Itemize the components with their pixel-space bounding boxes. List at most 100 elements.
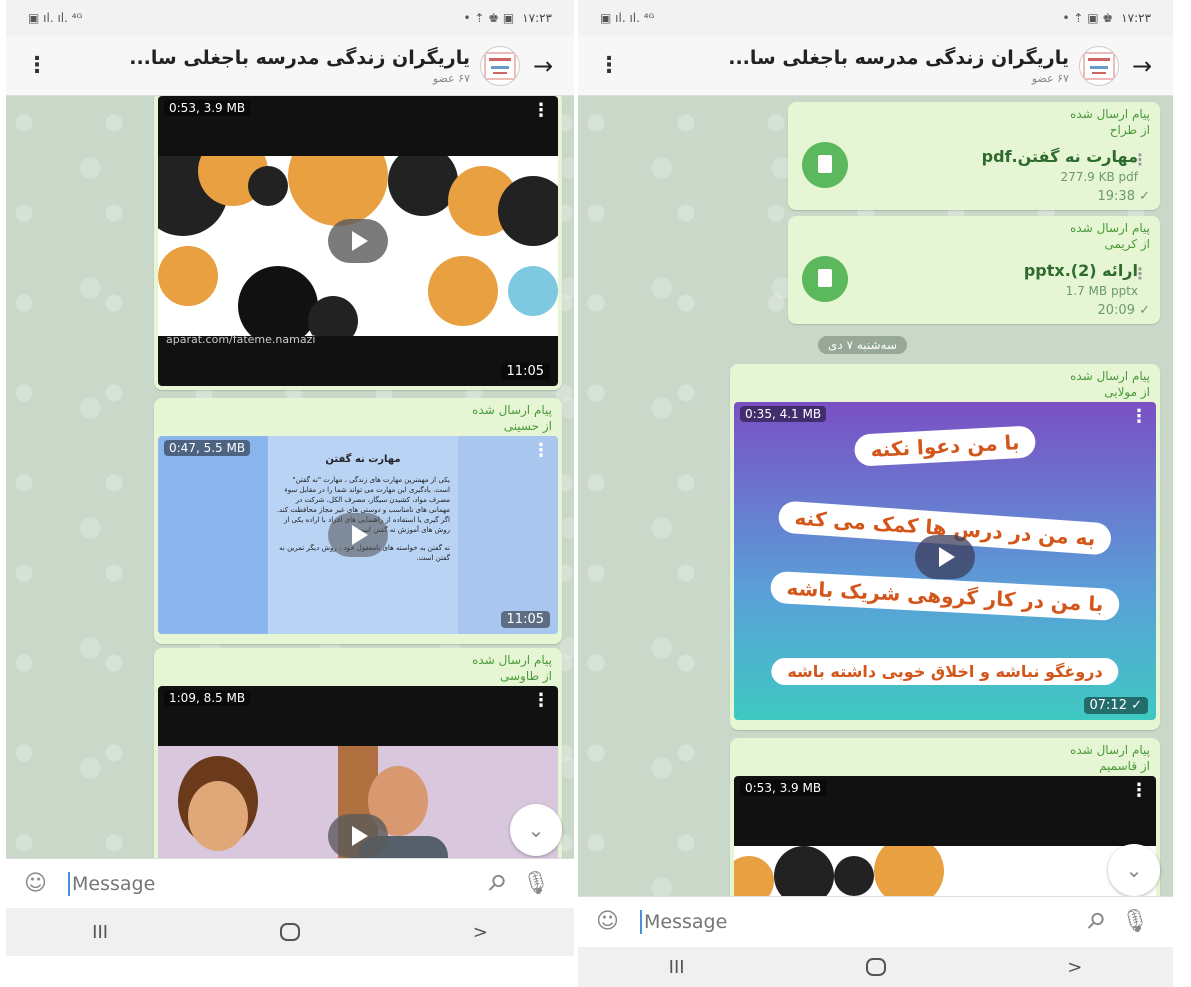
back-arrow-icon[interactable]: →	[528, 52, 558, 80]
file-attachment[interactable]: ارائه (2).pptx 1.7 MB pptx ⋮	[792, 252, 1156, 306]
video-thumbnail[interactable]: 1:09, 8.5 MB ⋮	[158, 686, 558, 858]
message-input[interactable]	[644, 910, 1075, 933]
status-bar: ▣ ıl. ıl. ⁴ᴳ • ⇡ ▣ ♚ ۱۷:۲۳	[578, 0, 1173, 36]
home-button[interactable]	[865, 958, 886, 976]
forwarded-from[interactable]: از طراح	[792, 122, 1156, 138]
forwarded-file-message[interactable]: پیام ارسال شده از طراح مهارت نه گفتن.pdf…	[788, 102, 1160, 210]
message-time: 11:05	[500, 363, 550, 380]
microphone-icon[interactable]: 🎙	[1115, 909, 1155, 934]
file-name: ارائه (2).pptx	[1023, 260, 1138, 280]
forwarded-video-message[interactable]: پیام ارسال شده از مولایی با من دعوا نکنه…	[730, 364, 1160, 730]
forwarded-from[interactable]: از طاوسی	[158, 668, 558, 684]
group-avatar[interactable]	[1079, 45, 1119, 86]
group-logo-icon	[1083, 52, 1115, 79]
left-phone-screenshot: ▣ ıl. ıl. ⁴ᴳ • ⇡ ♚ ▣ ۱۷:۲۳ ⋮ یاریگران زن…	[6, 0, 574, 987]
message-time: 07:12 ✓	[1083, 697, 1148, 714]
forwarded-label: پیام ارسال شده	[1070, 107, 1150, 121]
date-separator: سه‌شنبه ۷ دی	[818, 336, 908, 354]
video-menu-icon[interactable]: ⋮	[532, 100, 550, 121]
scroll-down-button[interactable]: ⌄	[510, 804, 562, 856]
forwarded-video-message[interactable]: پیام ارسال شده از طاوسی 1:09, 8.5 MB ⋮	[154, 648, 562, 858]
play-icon[interactable]	[915, 535, 975, 579]
video-message[interactable]: 0:53, 3.9 MB ⋮ aparat.com/fateme.namazi …	[154, 96, 562, 390]
attach-icon[interactable]: ⚲	[473, 861, 519, 907]
member-count: ۶۷ عضو	[432, 71, 470, 85]
file-size: 1.7 MB pptx	[1065, 283, 1138, 298]
video-thumbnail[interactable]: مهارت نه گفتن یکی از مهمترین مهارت های ز…	[158, 436, 558, 634]
file-size: 277.9 KB pdf	[1060, 169, 1138, 184]
document-icon[interactable]	[802, 256, 848, 302]
emoji-icon[interactable]: ☺	[596, 909, 626, 934]
forwarded-from[interactable]: از مولایی	[734, 384, 1156, 400]
play-icon[interactable]	[328, 513, 388, 557]
video-text-line: دروغگو نباشه و اخلاق خوبی داشته باشه	[771, 658, 1119, 685]
right-phone-screenshot: ▣ ıl. ıl. ⁴ᴳ • ⇡ ▣ ♚ ۱۷:۲۳ ⋮ یاریگران زن…	[578, 0, 1173, 987]
video-duration-size: 0:47, 5.5 MB	[164, 440, 251, 456]
video-menu-icon[interactable]: ⋮	[532, 690, 550, 711]
forwarded-label: پیام ارسال شده	[1070, 369, 1150, 383]
forwarded-label: پیام ارسال شده	[1070, 221, 1150, 235]
forwarded-label: پیام ارسال شده	[1070, 743, 1150, 757]
system-nav-bar: III >	[6, 908, 574, 956]
video-thumbnail[interactable]: 0:53, 3.9 MB ⋮	[734, 776, 1156, 896]
forwarded-from[interactable]: از قاسمیم	[734, 758, 1156, 774]
message-list[interactable]: 0:53, 3.9 MB ⋮ aparat.com/fateme.namazi …	[6, 96, 574, 858]
back-button[interactable]: >	[473, 922, 488, 943]
recents-button[interactable]: III	[669, 957, 685, 978]
message-list[interactable]: پیام ارسال شده از طراح مهارت نه گفتن.pdf…	[578, 96, 1173, 896]
play-icon[interactable]	[328, 219, 388, 263]
video-text-line: با من دعوا نکنه	[853, 425, 1037, 467]
notification-icons: • ⇡ ♚ ▣	[463, 11, 515, 25]
more-options-icon[interactable]: ⋮	[22, 53, 52, 78]
attach-icon[interactable]: ⚲	[1072, 899, 1118, 945]
notification-icons: • ⇡ ▣ ♚	[1062, 11, 1114, 25]
video-menu-icon[interactable]: ⋮	[1130, 406, 1148, 427]
chat-title-block[interactable]: یاریگران زندگی مدرسه باجغلی سا... ۶۷ عضو	[52, 47, 480, 85]
clock: ۱۷:۲۳	[522, 11, 552, 25]
home-button[interactable]	[280, 923, 301, 941]
status-bar: ▣ ıl. ıl. ⁴ᴳ • ⇡ ♚ ▣ ۱۷:۲۳	[6, 0, 574, 36]
document-icon[interactable]	[802, 142, 848, 188]
video-duration-size: 0:53, 3.9 MB	[740, 780, 827, 796]
scroll-down-button[interactable]: ⌄	[1108, 844, 1160, 896]
forwarded-video-message[interactable]: پیام ارسال شده از حسینی مهارت نه گفتن یک…	[154, 398, 562, 644]
file-menu-icon[interactable]: ⋮	[1132, 150, 1148, 169]
more-options-icon[interactable]: ⋮	[594, 53, 624, 78]
recents-button[interactable]: III	[92, 922, 108, 943]
play-icon[interactable]	[328, 814, 388, 858]
signal-icons: ▣ ıl. ıl. ⁴ᴳ	[28, 11, 83, 25]
forwarded-from[interactable]: از حسینی	[158, 418, 558, 434]
emoji-icon[interactable]: ☺	[24, 871, 54, 896]
message-time: 11:05	[500, 611, 550, 628]
text-cursor	[640, 909, 642, 934]
chat-title-block[interactable]: یاریگران زندگی مدرسه باجغلی سا... ۶۷ عضو	[624, 47, 1079, 85]
forwarded-video-message[interactable]: پیام ارسال شده از قاسمیم 0:53, 3.9 MB ⋮	[730, 738, 1160, 896]
document-title: مهارت نه گفتن	[325, 454, 401, 465]
chevron-down-icon: ⌄	[527, 818, 545, 842]
video-duration-size: 0:35, 4.1 MB	[740, 406, 827, 422]
chevron-down-icon: ⌄	[1125, 858, 1143, 882]
video-duration-size: 1:09, 8.5 MB	[164, 690, 251, 706]
video-thumbnail[interactable]: 0:53, 3.9 MB ⋮ aparat.com/fateme.namazi …	[158, 96, 558, 386]
back-arrow-icon[interactable]: →	[1127, 52, 1157, 80]
file-attachment[interactable]: مهارت نه گفتن.pdf 277.9 KB pdf ⋮	[792, 138, 1156, 192]
message-input[interactable]	[72, 872, 476, 895]
video-menu-icon[interactable]: ⋮	[532, 440, 550, 461]
message-composer: ☺ ⚲ 🎙	[578, 896, 1173, 946]
file-menu-icon[interactable]: ⋮	[1132, 264, 1148, 283]
message-time: 20:09 ✓	[1097, 303, 1151, 318]
chat-header: ⋮ یاریگران زندگی مدرسه باجغلی سا... ۶۷ ع…	[6, 36, 574, 96]
microphone-icon[interactable]: 🎙	[516, 871, 556, 896]
back-button[interactable]: >	[1067, 957, 1082, 978]
message-time: 19:38 ✓	[1097, 189, 1151, 204]
group-avatar[interactable]	[480, 45, 520, 86]
text-cursor	[68, 871, 70, 896]
message-composer: ☺ ⚲ 🎙	[6, 858, 574, 908]
forwarded-from[interactable]: از کریمی	[792, 236, 1156, 252]
clock: ۱۷:۲۳	[1121, 11, 1151, 25]
forwarded-file-message[interactable]: پیام ارسال شده از کریمی ارائه (2).pptx 1…	[788, 216, 1160, 324]
video-menu-icon[interactable]: ⋮	[1130, 780, 1148, 801]
forwarded-label: پیام ارسال شده	[472, 653, 552, 667]
chat-header: ⋮ یاریگران زندگی مدرسه باجغلی سا... ۶۷ ع…	[578, 36, 1173, 96]
video-thumbnail[interactable]: با من دعوا نکنه به من در درس ها کمک می ک…	[734, 402, 1156, 720]
